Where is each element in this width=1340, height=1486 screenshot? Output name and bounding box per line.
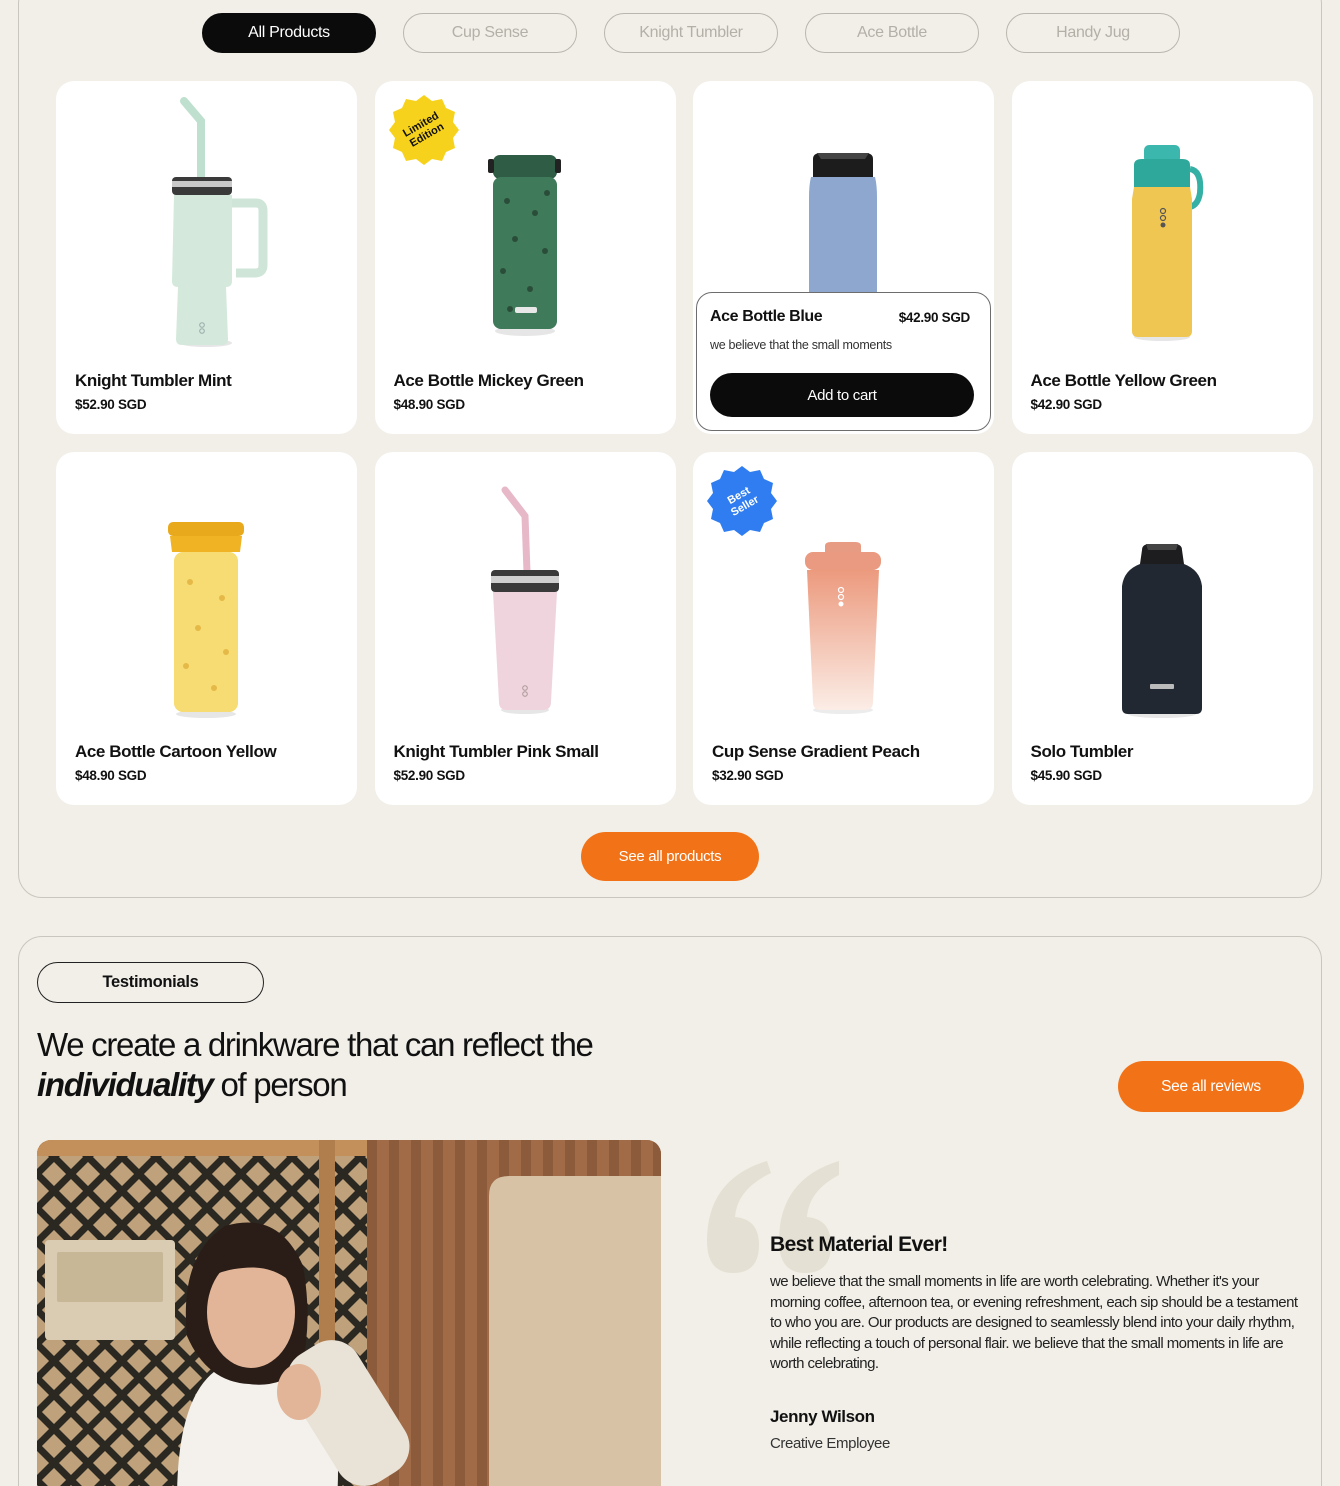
quote-icon bbox=[707, 1161, 839, 1273]
product-grid: Knight Tumbler Mint $52.90 SGD Limited E… bbox=[56, 81, 1313, 805]
product-card[interactable]: Knight Tumbler Pink Small $52.90 SGD bbox=[374, 452, 676, 805]
product-price: $52.90 SGD bbox=[393, 768, 466, 783]
product-price: $52.90 SGD bbox=[75, 397, 147, 412]
filter-cup-sense[interactable]: Cup Sense bbox=[403, 13, 577, 53]
see-all-reviews-button[interactable]: See all reviews bbox=[1118, 1061, 1304, 1112]
product-name: Knight Tumbler Pink Small bbox=[393, 742, 599, 761]
product-card[interactable]: Ace Bottle Blue $42.90 SGD we believe th… bbox=[693, 81, 994, 434]
testimonials-section: Testimonials We create a drinkware that … bbox=[18, 936, 1322, 1486]
product-card[interactable]: Limited Edition Ace Bottle Mickey Green … bbox=[374, 81, 676, 434]
product-price: $45.90 SGD bbox=[1030, 768, 1103, 783]
product-card[interactable]: Best Seller Cup Sense Gradient Peach $32… bbox=[693, 452, 994, 805]
review-title: Best Material Ever! bbox=[770, 1233, 948, 1256]
products-section: All Products Cup Sense Knight Tumbler Ac… bbox=[18, 0, 1322, 898]
add-to-cart-button[interactable]: Add to cart bbox=[710, 373, 974, 417]
filter-knight-tumbler[interactable]: Knight Tumbler bbox=[604, 13, 778, 53]
filter-ace-bottle[interactable]: Ace Bottle bbox=[805, 13, 979, 53]
yellow-teal-bottle-image bbox=[1131, 145, 1203, 341]
product-card[interactable]: Ace Bottle Yellow Green $42.90 SGD bbox=[1011, 81, 1313, 434]
yellow-bottle-image bbox=[168, 522, 244, 718]
pink-tumbler-image bbox=[490, 486, 559, 714]
black-bottle-image bbox=[1121, 544, 1202, 718]
filter-all-products[interactable]: All Products bbox=[202, 13, 376, 53]
headline-rest: of person bbox=[212, 1066, 347, 1103]
review-body: we believe that the small moments in lif… bbox=[770, 1273, 1298, 1373]
filter-handy-jug[interactable]: Handy Jug bbox=[1006, 13, 1180, 53]
product-name: Ace Bottle Yellow Green bbox=[1030, 371, 1217, 390]
product-name: Ace Bottle Mickey Green bbox=[393, 371, 585, 390]
reviewer-role: Creative Employee bbox=[770, 1435, 890, 1452]
product-card[interactable]: Solo Tumbler $45.90 SGD bbox=[1011, 452, 1313, 805]
product-card[interactable]: Knight Tumbler Mint $52.90 SGD bbox=[56, 81, 357, 434]
product-price: $42.90 SGD bbox=[1030, 397, 1103, 412]
reviewer-name: Jenny Wilson bbox=[770, 1407, 875, 1426]
mint-tumbler-image bbox=[172, 97, 268, 347]
headline-emphasis: individuality bbox=[37, 1066, 214, 1103]
product-name: Cup Sense Gradient Peach bbox=[712, 742, 920, 761]
product-name: Ace Bottle Cartoon Yellow bbox=[75, 742, 277, 761]
section-headline: We create a drinkware that can reflect t… bbox=[37, 1025, 594, 1105]
product-description: we believe that the small moments bbox=[710, 338, 892, 352]
see-all-products-button[interactable]: See all products bbox=[581, 832, 759, 881]
product-price: $32.90 SGD bbox=[712, 768, 784, 783]
product-name: Solo Tumbler bbox=[1030, 742, 1134, 761]
product-card[interactable]: Ace Bottle Cartoon Yellow $48.90 SGD bbox=[56, 452, 357, 805]
product-name: Knight Tumbler Mint bbox=[75, 371, 232, 390]
category-filter-bar: All Products Cup Sense Knight Tumbler Ac… bbox=[202, 13, 1180, 53]
testimonials-label: Testimonials bbox=[37, 962, 264, 1003]
product-price: $48.90 SGD bbox=[393, 397, 466, 412]
product-price: $48.90 SGD bbox=[75, 768, 147, 783]
product-price: $42.90 SGD bbox=[898, 310, 971, 325]
headline-line-1: We create a drinkware that can reflect t… bbox=[37, 1026, 594, 1063]
customer-photo bbox=[37, 1140, 661, 1486]
product-name: Ace Bottle Blue bbox=[710, 308, 823, 325]
quick-add-panel: Ace Bottle Blue $42.90 SGD we believe th… bbox=[696, 292, 991, 431]
